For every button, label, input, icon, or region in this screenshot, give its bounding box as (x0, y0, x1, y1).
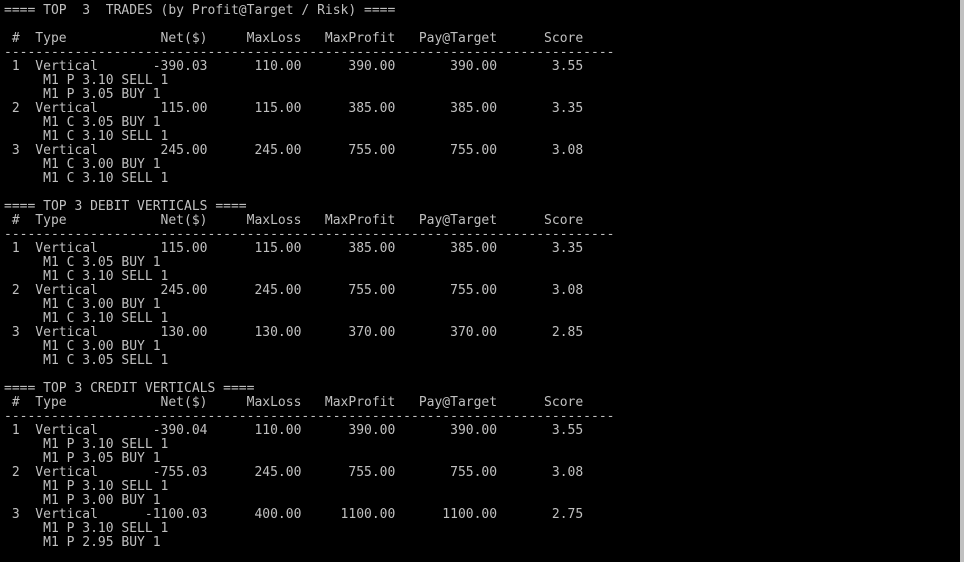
terminal-line: M1 P 3.10 SELL 1 (4, 479, 169, 494)
terminal-line: M1 C 3.10 SELL 1 (4, 129, 169, 144)
terminal-line: 2 Vertical 115.00 115.00 385.00 385.00 3… (4, 101, 584, 116)
terminal-line: 2 Vertical -755.03 245.00 755.00 755.00 … (4, 465, 584, 480)
terminal-line: 1 Vertical 115.00 115.00 385.00 385.00 3… (4, 241, 584, 256)
terminal-line: M1 C 3.00 BUY 1 (4, 339, 161, 354)
terminal-line: 1 Vertical -390.04 110.00 390.00 390.00 … (4, 423, 584, 438)
terminal-line: M1 C 3.10 SELL 1 (4, 311, 169, 326)
terminal-line: ==== TOP 3 TRADES (by Profit@Target / Ri… (4, 3, 396, 18)
terminal-line: ----------------------------------------… (4, 227, 615, 242)
terminal-output: ==== TOP 3 TRADES (by Profit@Target / Ri… (4, 4, 614, 550)
terminal-line: ==== TOP 3 CREDIT VERTICALS ==== (4, 381, 255, 396)
terminal-line: 3 Vertical 245.00 245.00 755.00 755.00 3… (4, 143, 584, 158)
terminal-line: M1 C 3.00 BUY 1 (4, 157, 161, 172)
terminal-line: M1 C 3.05 BUY 1 (4, 115, 161, 130)
terminal-line: M1 P 3.10 SELL 1 (4, 73, 169, 88)
terminal-line: M1 C 3.05 BUY 1 (4, 255, 161, 270)
terminal-line: M1 C 3.10 SELL 1 (4, 171, 169, 186)
terminal-line: M1 P 3.05 BUY 1 (4, 451, 161, 466)
terminal-line: 1 Vertical -390.03 110.00 390.00 390.00 … (4, 59, 584, 74)
terminal-line: M1 C 3.00 BUY 1 (4, 297, 161, 312)
terminal-line: # Type Net($) MaxLoss MaxProfit Pay@Targ… (4, 213, 584, 228)
terminal-line: ==== TOP 3 DEBIT VERTICALS ==== (4, 199, 247, 214)
terminal-line: M1 P 3.10 SELL 1 (4, 521, 169, 536)
terminal-line: 3 Vertical -1100.03 400.00 1100.00 1100.… (4, 507, 584, 522)
terminal-line: M1 P 3.10 SELL 1 (4, 437, 169, 452)
terminal-line: ----------------------------------------… (4, 409, 615, 424)
terminal-line: M1 C 3.10 SELL 1 (4, 269, 169, 284)
terminal-window: ==== TOP 3 TRADES (by Profit@Target / Ri… (0, 0, 960, 562)
terminal-line: M1 C 3.05 SELL 1 (4, 353, 169, 368)
terminal-line: ----------------------------------------… (4, 45, 615, 60)
terminal-line: M1 P 3.05 BUY 1 (4, 87, 161, 102)
terminal-line: 3 Vertical 130.00 130.00 370.00 370.00 2… (4, 325, 584, 340)
terminal-line: 2 Vertical 245.00 245.00 755.00 755.00 3… (4, 283, 584, 298)
terminal-line: M1 P 3.00 BUY 1 (4, 493, 161, 508)
terminal-line: M1 P 2.95 BUY 1 (4, 535, 161, 550)
terminal-line: # Type Net($) MaxLoss MaxProfit Pay@Targ… (4, 395, 584, 410)
window-border (960, 0, 964, 562)
terminal-line: # Type Net($) MaxLoss MaxProfit Pay@Targ… (4, 31, 584, 46)
